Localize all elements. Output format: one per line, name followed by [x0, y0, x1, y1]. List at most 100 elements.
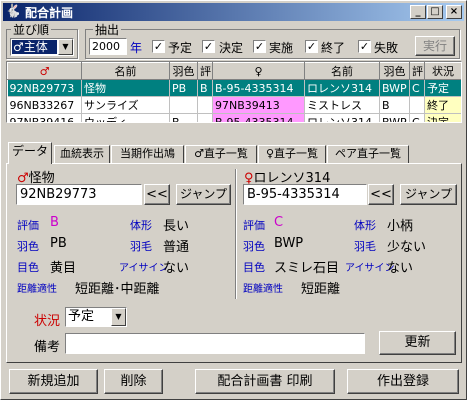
tab-data[interactable]: データ: [8, 142, 52, 164]
print-button[interactable]: 配合計画書 印刷: [195, 369, 335, 394]
tab-current-offspring[interactable]: 当期作出鳩: [111, 145, 184, 163]
female-eye-label: 目色: [243, 261, 265, 274]
cell: 97NB39416: [7, 113, 82, 122]
checkbox-kettei-label: 決定: [219, 41, 244, 55]
col-male-color[interactable]: 羽色: [169, 62, 198, 80]
chevron-down-icon[interactable]: ▼: [58, 39, 73, 55]
tab-male-children[interactable]: ♂直子一覧: [185, 145, 257, 163]
male-distance: 短距離･中距離: [75, 282, 160, 297]
checkbox-shippai-label: 失敗: [374, 41, 399, 55]
female-rating-label: 評価: [243, 219, 265, 232]
section-divider: [235, 169, 237, 299]
checkbox-jisshi-label: 実施: [269, 41, 294, 55]
tab-pedigree[interactable]: 血統表示: [54, 145, 110, 163]
sort-select[interactable]: ♂主体 ▼: [10, 38, 74, 56]
female-feather-label: 羽毛: [354, 240, 376, 253]
cell: PB: [169, 79, 198, 97]
male-eyesign: ない: [163, 261, 190, 276]
register-button[interactable]: 作出登録: [347, 369, 459, 394]
year-input[interactable]: 2000: [89, 38, 127, 55]
close-button[interactable]: ×: [446, 5, 462, 19]
checkbox-yotei[interactable]: ✓: [152, 40, 165, 53]
col-status[interactable]: 状況: [424, 62, 461, 80]
cell: [197, 113, 213, 122]
table-row[interactable]: 97NB39416 ウッディ B B-95-4335314 ロレンソ314 BW…: [7, 113, 461, 122]
cell: 予定: [424, 79, 461, 97]
cell: 終了: [424, 96, 461, 114]
male-jump-button[interactable]: ジャンプ: [176, 184, 231, 205]
checkbox-shuryo-label: 終了: [321, 41, 346, 55]
pair-table[interactable]: ♂ 名前 羽色 評 ♀ 名前 羽色 評 状況 92NB29773 怪物 PB B…: [6, 61, 462, 123]
female-ring-input[interactable]: B-95-4335314: [243, 184, 367, 205]
delete-button[interactable]: 削除: [104, 369, 163, 394]
male-eye: 黄目: [50, 261, 77, 276]
sort-label: 並び順: [11, 21, 52, 38]
col-female-name[interactable]: 名前: [304, 62, 380, 80]
female-feather: 少ない: [387, 240, 427, 255]
new-button[interactable]: 新規追加: [9, 369, 98, 394]
female-jump-button[interactable]: ジャンプ: [400, 184, 457, 205]
cell: B-95-4335314: [212, 79, 305, 97]
cell: ミストレス: [304, 96, 380, 114]
checkbox-kettei[interactable]: ✓: [202, 40, 215, 53]
remarks-input[interactable]: [65, 333, 365, 354]
title-bar[interactable]: 🐇 配合計画 _ □ ×: [3, 3, 464, 21]
col-female-ring[interactable]: ♀: [212, 62, 305, 80]
extract-label: 抽出: [93, 21, 122, 38]
cell: B-95-4335314: [212, 113, 305, 122]
cell: [409, 96, 425, 114]
female-shape-label: 体形: [354, 219, 376, 232]
table-row[interactable]: 92NB29773 怪物 PB B B-95-4335314 ロレンソ314 B…: [7, 79, 461, 97]
maximize-button[interactable]: □: [427, 5, 443, 19]
female-rating: C: [274, 215, 284, 230]
tab-pair-children[interactable]: ペア直子一覧: [327, 145, 409, 163]
chevron-down-icon[interactable]: ▼: [111, 308, 126, 326]
window-title: 配合計画: [25, 5, 74, 20]
cell: [169, 96, 198, 114]
col-male-rating[interactable]: 評: [197, 62, 213, 80]
cell: サンライズ: [81, 96, 170, 114]
cell: ウッディ: [81, 113, 170, 122]
tab-female-children[interactable]: ♀直子一覧: [258, 145, 326, 163]
year-unit: 年: [130, 41, 143, 55]
female-prev-button[interactable]: <<: [368, 184, 394, 205]
cell: 92NB29773: [7, 79, 82, 97]
table-row[interactable]: 96NB33267 サンライズ 97NB39413 ミストレス B 終了: [7, 96, 461, 114]
cell: 決定: [424, 113, 461, 122]
male-prev-button[interactable]: <<: [144, 184, 170, 205]
cell: ロレンソ314: [304, 79, 380, 97]
col-female-rating[interactable]: 評: [409, 62, 425, 80]
status-select[interactable]: 予定 ▼: [65, 307, 127, 327]
female-color-label: 羽色: [243, 240, 265, 253]
col-male-name[interactable]: 名前: [81, 62, 170, 80]
remarks-label: 備考: [34, 340, 61, 355]
male-feather: 普通: [163, 240, 190, 255]
male-distance-label: 距離適性: [17, 284, 57, 295]
male-color: PB: [50, 236, 67, 251]
table-header: ♂ 名前 羽色 評 ♀ 名前 羽色 評 状況: [7, 62, 461, 80]
update-button[interactable]: 更新: [379, 331, 456, 355]
cell: 怪物: [81, 79, 170, 97]
checkbox-yotei-label: 予定: [168, 41, 193, 55]
minimize-button[interactable]: _: [410, 5, 426, 19]
main-window: 🐇 配合計画 _ □ × 並び順 ♂主体 ▼ 抽出 2000 年 ✓ 予定 ✓ …: [0, 0, 467, 400]
cell: BWP: [379, 113, 410, 122]
cell: C: [409, 79, 425, 97]
female-color: BWP: [274, 236, 304, 251]
cell: B: [379, 96, 410, 114]
checkbox-shippai[interactable]: ✓: [358, 40, 371, 53]
male-ring-input[interactable]: 92NB29773: [16, 184, 142, 205]
female-shape: 小柄: [387, 219, 414, 234]
checkbox-shuryo[interactable]: ✓: [305, 40, 318, 53]
run-button[interactable]: 実行: [415, 36, 455, 56]
male-eye-label: 目色: [17, 261, 39, 274]
col-female-color[interactable]: 羽色: [379, 62, 410, 80]
cell: [197, 96, 213, 114]
female-distance-label: 距離適性: [243, 284, 283, 295]
checkbox-jisshi[interactable]: ✓: [253, 40, 266, 53]
female-eye: スミレ石目: [274, 261, 340, 276]
col-male-ring[interactable]: ♂: [7, 62, 82, 80]
cell: ロレンソ314: [304, 113, 380, 122]
pair-grid: ♂ 名前 羽色 評 ♀ 名前 羽色 評 状況 92NB29773 怪物 PB B…: [7, 62, 461, 122]
male-rating-label: 評価: [17, 219, 39, 232]
